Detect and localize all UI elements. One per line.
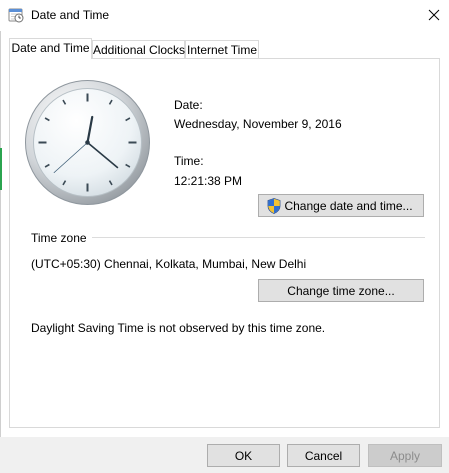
time-zone-group-divider	[92, 237, 425, 238]
change-date-and-time-button[interactable]: Change date and time...	[258, 194, 424, 217]
change-time-zone-button[interactable]: Change time zone...	[258, 279, 424, 302]
title-bar[interactable]: Date and Time	[0, 0, 449, 31]
time-zone-group-label: Time zone	[31, 231, 87, 245]
time-label: Time:	[174, 154, 204, 168]
close-icon	[428, 9, 439, 21]
apply-button[interactable]: Apply	[368, 444, 442, 467]
window-title: Date and Time	[31, 8, 110, 22]
uac-shield-icon	[268, 197, 281, 214]
analog-clock	[25, 80, 150, 205]
dst-note: Daylight Saving Time is not observed by …	[31, 321, 326, 335]
date-time-app-icon	[8, 8, 24, 23]
tab-internet-time[interactable]: Internet Time	[185, 40, 259, 58]
ok-button[interactable]: OK	[207, 444, 280, 467]
date-label: Date:	[174, 98, 203, 112]
background-window-edge	[0, 0, 1, 473]
tab-additional-clocks[interactable]: Additional Clocks	[92, 40, 185, 58]
cancel-button[interactable]: Cancel	[287, 444, 360, 467]
dialog-footer: OK Cancel Apply	[0, 437, 449, 473]
change-date-and-time-label: Change date and time...	[284, 198, 413, 213]
time-value: 12:21:38 PM	[174, 174, 243, 188]
time-zone-value: (UTC+05:30) Chennai, Kolkata, Mumbai, Ne…	[31, 257, 307, 271]
date-value: Wednesday, November 9, 2016	[174, 117, 342, 131]
tab-date-and-time[interactable]: Date and Time	[9, 38, 92, 59]
close-button[interactable]	[418, 0, 449, 30]
background-window-accent	[0, 148, 2, 190]
